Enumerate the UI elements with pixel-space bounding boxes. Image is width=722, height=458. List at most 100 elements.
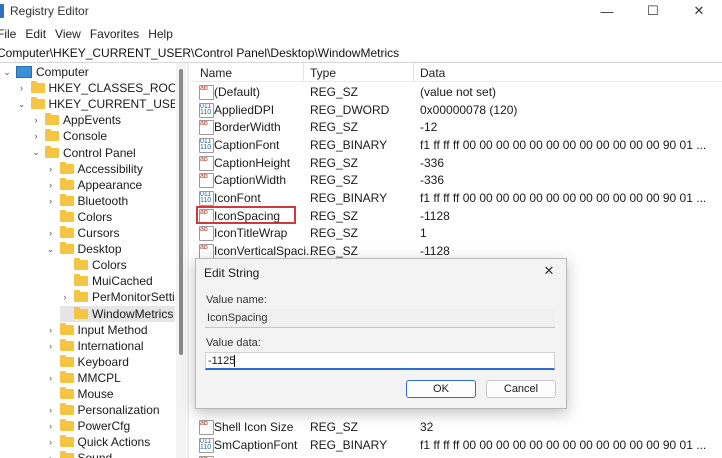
value-type: REG_SZ <box>310 155 359 170</box>
tree-item[interactable]: › Quick Actions <box>46 434 150 450</box>
chevron-right-icon[interactable]: › <box>46 405 56 415</box>
chevron-right-icon[interactable]: › <box>46 164 56 174</box>
address-bar[interactable]: Computer\HKEY_CURRENT_USER\Control Panel… <box>0 44 722 63</box>
values-header: Name Type Data <box>190 63 722 82</box>
tree-item[interactable]: › PowerCfg <box>46 418 130 434</box>
value-row[interactable]: 011 110 CaptionFont REG_BINARY f1 ff ff ff … <box>190 136 722 153</box>
column-name[interactable]: Name <box>200 66 232 80</box>
value-type: REG_DWORD <box>310 102 390 117</box>
tree-item[interactable]: ⌄ Computer <box>2 64 88 80</box>
column-divider[interactable] <box>303 63 304 81</box>
chevron-down-icon[interactable]: ⌄ <box>2 67 12 78</box>
chevron-right-icon[interactable]: › <box>46 325 56 335</box>
chevron-right-icon[interactable]: › <box>31 131 41 141</box>
value-name: SmCaptionFont <box>214 438 298 452</box>
value-row[interactable]: ab IconTitleWrap REG_SZ 1 <box>190 224 722 242</box>
chevron-down-icon[interactable]: ⌄ <box>17 99 27 110</box>
tree-item-label: Keyboard <box>77 354 129 369</box>
tree-item[interactable]: ⌄ Control Panel <box>31 145 136 161</box>
value-row[interactable]: 011 110 SmCaptionFont REG_BINARY f1 ff ff f… <box>190 436 722 453</box>
tree-item[interactable]: Colors <box>46 209 112 225</box>
value-data: f1 ff ff ff 00 00 00 00 00 00 00 00 00 0… <box>420 190 707 205</box>
value-name: IconFont <box>214 190 261 205</box>
tree-item[interactable]: › Personalization <box>46 402 160 418</box>
menu-edit[interactable]: Edit <box>25 24 55 44</box>
tree-item[interactable]: Mouse <box>46 386 114 402</box>
chevron-right-icon[interactable]: › <box>46 421 56 431</box>
column-data[interactable]: Data <box>420 66 445 80</box>
menu-help[interactable]: Help <box>148 24 182 44</box>
value-data-input[interactable]: -1125 <box>205 352 555 370</box>
text-caret <box>234 355 235 367</box>
tree-scrollbar-thumb[interactable] <box>179 69 183 355</box>
chevron-down-icon[interactable]: ⌄ <box>46 244 56 255</box>
value-name: (Default) <box>214 85 261 99</box>
tree-item[interactable]: Colors <box>60 257 127 273</box>
tree-item[interactable]: ⌄ Desktop <box>46 241 122 257</box>
chevron-right-icon[interactable]: › <box>46 180 56 190</box>
tree-item[interactable]: › Accessibility <box>46 161 143 177</box>
value-row[interactable]: ab CaptionHeight REG_SZ -336 <box>190 154 722 171</box>
value-row[interactable]: ab IconVerticalSpaci... REG_SZ -1128 <box>190 242 722 259</box>
folder-icon <box>30 97 45 110</box>
column-divider[interactable] <box>413 63 414 81</box>
chevron-right-icon[interactable]: › <box>46 341 56 351</box>
folder-icon <box>59 338 74 351</box>
menu-file[interactable]: File <box>0 24 25 44</box>
folder-icon <box>59 161 74 174</box>
value-row[interactable]: ab (Default) REG_SZ (value not set) <box>190 83 722 100</box>
chevron-right-icon[interactable]: › <box>46 373 56 383</box>
tree-item[interactable]: › Input Method <box>46 322 148 338</box>
chevron-right-icon[interactable]: › <box>60 292 70 302</box>
folder-icon <box>30 81 45 94</box>
chevron-right-icon[interactable]: › <box>17 83 27 93</box>
chevron-right-icon[interactable]: › <box>31 115 41 125</box>
tree-item[interactable]: › HKEY_CLASSES_ROOT <box>17 80 175 96</box>
value-row[interactable]: ab CaptionWidth REG_SZ -336 <box>190 171 722 189</box>
string-value-icon: ab <box>199 226 214 242</box>
chevron-right-icon[interactable]: › <box>46 228 56 238</box>
tree-item[interactable]: › Sound <box>46 450 112 458</box>
value-row[interactable]: ab IconSpacing REG_SZ -1128 <box>190 205 722 224</box>
value-row[interactable]: ab BorderWidth REG_SZ -12 <box>190 118 722 136</box>
tree-item[interactable]: › Appearance <box>46 177 142 193</box>
tree-item[interactable]: › International <box>46 338 144 354</box>
chevron-right-icon[interactable]: › <box>46 453 56 458</box>
value-row[interactable]: abSmCaptionHeightREG_SZ-336 <box>190 454 722 458</box>
tree-item[interactable]: › PerMonitorSetting <box>60 289 175 305</box>
tree-item[interactable]: › MMCPL <box>46 370 121 386</box>
folder-icon <box>59 226 74 238</box>
cancel-button[interactable]: Cancel <box>486 380 556 398</box>
tree-item[interactable]: › Bluetooth <box>46 193 128 209</box>
dialog-close-button[interactable]: ✕ <box>540 263 558 281</box>
tree-item[interactable]: › Console <box>31 128 107 144</box>
column-type[interactable]: Type <box>310 66 336 80</box>
folder-icon <box>59 242 74 255</box>
pane-splitter[interactable] <box>187 63 189 458</box>
tree-item[interactable]: WindowMetrics <box>60 305 175 322</box>
tree-item[interactable]: ⌄ HKEY_CURRENT_USER <box>17 96 176 112</box>
maximize-button[interactable]: ☐ <box>630 2 676 20</box>
value-name: CaptionWidth <box>214 173 287 188</box>
close-button[interactable]: ✕ <box>676 2 722 20</box>
value-row[interactable]: 011 110 IconFont REG_BINARY f1 ff ff ff 00 … <box>190 189 722 206</box>
string-value-icon: ab <box>199 243 214 259</box>
tree-item[interactable]: Keyboard <box>46 354 129 370</box>
menu-favorites[interactable]: Favorites <box>90 24 148 44</box>
menu-view[interactable]: View <box>55 24 90 44</box>
tree-item[interactable]: MuiCached <box>60 273 153 289</box>
binary-value-icon: 011 110 <box>199 102 214 118</box>
chevron-right-icon[interactable]: › <box>46 437 56 447</box>
tree-item-label: HKEY_CURRENT_USER <box>48 97 176 112</box>
value-row[interactable]: ab Shell Icon Size REG_SZ 32 <box>190 418 722 436</box>
minimize-button[interactable]: — <box>584 2 630 20</box>
tree-item[interactable]: › AppEvents <box>31 112 121 128</box>
ok-button[interactable]: OK <box>406 380 476 398</box>
chevron-right-icon[interactable]: › <box>46 196 56 206</box>
chevron-down-icon[interactable]: ⌄ <box>31 147 41 158</box>
value-name: IconVerticalSpaci... <box>214 243 317 258</box>
value-row[interactable]: 011 110 AppliedDPI REG_DWORD 0x00000078 (12… <box>190 101 722 118</box>
tree-item[interactable]: › Cursors <box>46 225 120 241</box>
folder-icon <box>74 290 88 303</box>
tree-scrollbar[interactable] <box>176 63 186 458</box>
